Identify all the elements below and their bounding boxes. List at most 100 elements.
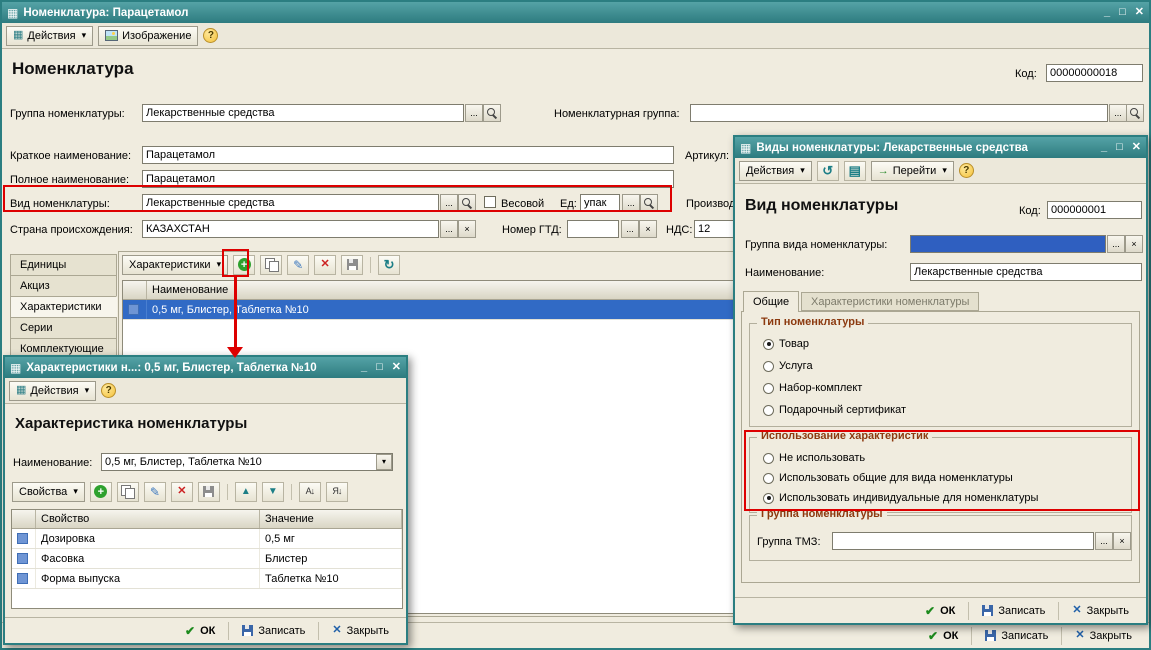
side-tab-units[interactable]: Единицы bbox=[10, 254, 117, 276]
properties-table[interactable]: Свойство Значение Дозировка 0,5 мг Фасов… bbox=[11, 509, 403, 609]
radio-no-use[interactable]: Не использовать bbox=[763, 452, 865, 464]
tmz-ellipsis-button[interactable]: ... bbox=[1095, 532, 1113, 550]
country-ellipsis-button[interactable]: ... bbox=[440, 220, 458, 238]
tab-characteristics[interactable]: Характеристики номенклатуры bbox=[801, 292, 979, 311]
delete-icon: ✕ bbox=[177, 486, 186, 497]
minimize-icon[interactable]: _ bbox=[1104, 7, 1110, 18]
code-field[interactable]: 00000000018 bbox=[1046, 64, 1143, 82]
tmz-clear-button[interactable]: × bbox=[1113, 532, 1131, 550]
main-titlebar[interactable]: ▦ Номенклатура: Парацетамол _ □ ✕ bbox=[2, 2, 1149, 23]
maximize-icon[interactable]: □ bbox=[1116, 142, 1123, 153]
close-button[interactable]: ✕ Закрыть bbox=[323, 622, 398, 640]
save-row-button[interactable] bbox=[198, 482, 220, 502]
radio-set[interactable]: Набор-комплект bbox=[763, 382, 862, 394]
ok-button[interactable]: ✔ ОК bbox=[176, 622, 224, 640]
unit-ellipsis-button[interactable]: ... bbox=[622, 194, 640, 212]
edit-button[interactable]: ✎ bbox=[144, 482, 166, 502]
radio-use-common[interactable]: Использовать общие для вида номенклатуры bbox=[763, 472, 1013, 484]
radio-use-individual[interactable]: Использовать индивидуальные для номенкла… bbox=[763, 492, 1038, 504]
go-menu-button[interactable]: → Перейти ▾ bbox=[871, 161, 954, 181]
write-button[interactable]: Записать bbox=[973, 602, 1054, 620]
sort-asc-button[interactable]: А↓ bbox=[299, 482, 321, 502]
radio-gift-certificate[interactable]: Подарочный сертификат bbox=[763, 404, 906, 416]
close-icon[interactable]: ✕ bbox=[392, 362, 401, 373]
side-tab-excise[interactable]: Акциз bbox=[10, 275, 117, 297]
side-tab-series[interactable]: Серии bbox=[10, 317, 117, 339]
kind-field[interactable]: Лекарственные средства bbox=[142, 194, 439, 212]
help-button[interactable]: ? bbox=[101, 383, 116, 398]
weighted-checkbox[interactable] bbox=[484, 196, 496, 208]
actions-menu-button[interactable]: ▦ Действия ▾ bbox=[9, 381, 96, 401]
close-button[interactable]: ✕ Закрыть bbox=[1063, 602, 1138, 620]
kind-titlebar[interactable]: ▦ Виды номенклатуры: Лекарственные средс… bbox=[735, 137, 1146, 158]
gtd-ellipsis-button[interactable]: ... bbox=[621, 220, 639, 238]
edit-button[interactable]: ✎ bbox=[287, 255, 309, 275]
group-ellipsis-button[interactable]: ... bbox=[465, 104, 483, 122]
ok-button[interactable]: ✔ ОК bbox=[916, 602, 964, 620]
move-down-button[interactable]: ▼ bbox=[262, 482, 284, 502]
side-tab-characteristics[interactable]: Характеристики bbox=[10, 296, 117, 318]
copy-button[interactable] bbox=[117, 482, 139, 502]
table-row[interactable]: Форма выпуска Таблетка №10 bbox=[12, 569, 402, 589]
gtd-field[interactable] bbox=[567, 220, 619, 238]
radio-product[interactable]: Товар bbox=[763, 338, 809, 350]
add-button[interactable]: + bbox=[233, 255, 255, 275]
reread-button[interactable]: ↺ bbox=[817, 161, 839, 181]
move-up-button[interactable]: ▲ bbox=[235, 482, 257, 502]
nomen-group-search-button[interactable] bbox=[1126, 104, 1144, 122]
short-name-field[interactable]: Парацетамол bbox=[142, 146, 674, 164]
properties-menu-button[interactable]: Свойства ▾ bbox=[12, 482, 85, 502]
group-field[interactable]: Лекарственные средства bbox=[142, 104, 464, 122]
group-search-button[interactable] bbox=[483, 104, 501, 122]
name-combo-field[interactable]: 0,5 мг, Блистер, Таблетка №10 ▾ bbox=[101, 453, 393, 471]
name-field[interactable]: Лекарственные средства bbox=[910, 263, 1142, 281]
kind-group-field[interactable] bbox=[910, 235, 1106, 253]
radio-service[interactable]: Услуга bbox=[763, 360, 813, 372]
write-button[interactable]: Записать bbox=[976, 627, 1057, 645]
tab-general[interactable]: Общие bbox=[743, 291, 799, 312]
nomen-group-field[interactable] bbox=[690, 104, 1108, 122]
property-item-icon bbox=[17, 553, 28, 564]
minimize-icon[interactable]: _ bbox=[361, 362, 367, 373]
table-row[interactable]: Фасовка Блистер bbox=[12, 549, 402, 569]
tmz-field[interactable] bbox=[832, 532, 1094, 550]
close-icon[interactable]: ✕ bbox=[1132, 142, 1141, 153]
characteristic-titlebar[interactable]: ▦ Характеристики н...: 0,5 мг, Блистер, … bbox=[5, 357, 406, 378]
kind-group-ellipsis-button[interactable]: ... bbox=[1107, 235, 1125, 253]
maximize-icon[interactable]: □ bbox=[1119, 7, 1126, 18]
kind-search-button[interactable] bbox=[458, 194, 476, 212]
help-button[interactable]: ? bbox=[203, 28, 218, 43]
refresh-button[interactable]: ↻ bbox=[378, 255, 400, 275]
help-button[interactable]: ? bbox=[959, 163, 974, 178]
country-clear-button[interactable]: × bbox=[458, 220, 476, 238]
actions-menu-button[interactable]: Действия ▾ bbox=[739, 161, 812, 181]
property-item-icon bbox=[17, 573, 28, 584]
country-field[interactable]: КАЗАХСТАН bbox=[142, 220, 439, 238]
write-button[interactable]: Записать bbox=[233, 622, 314, 640]
copy-button[interactable] bbox=[260, 255, 282, 275]
unit-search-button[interactable] bbox=[640, 194, 658, 212]
close-icon[interactable]: ✕ bbox=[1135, 7, 1144, 18]
gtd-clear-button[interactable]: × bbox=[639, 220, 657, 238]
ok-button[interactable]: ✔ ОК bbox=[919, 627, 967, 645]
close-button[interactable]: ✕ Закрыть bbox=[1066, 627, 1141, 645]
save-row-button[interactable] bbox=[341, 255, 363, 275]
combo-dropdown-button[interactable]: ▾ bbox=[376, 454, 392, 470]
sort-desc-button[interactable]: Я↓ bbox=[326, 482, 348, 502]
kind-ellipsis-button[interactable]: ... bbox=[440, 194, 458, 212]
add-button[interactable]: + bbox=[90, 482, 112, 502]
full-name-field[interactable]: Парацетамол bbox=[142, 170, 674, 188]
code-field[interactable]: 000000001 bbox=[1047, 201, 1142, 219]
nomen-group-ellipsis-button[interactable]: ... bbox=[1109, 104, 1127, 122]
minimize-icon[interactable]: _ bbox=[1101, 142, 1107, 153]
list-button[interactable]: ▤ bbox=[844, 161, 866, 181]
unit-field[interactable]: упак bbox=[580, 194, 620, 212]
maximize-icon[interactable]: □ bbox=[376, 362, 383, 373]
characteristics-menu-button[interactable]: Характеристики ▾ bbox=[122, 255, 228, 275]
actions-menu-button[interactable]: ▦ Действия ▾ bbox=[6, 26, 93, 46]
table-row[interactable]: Дозировка 0,5 мг bbox=[12, 529, 402, 549]
kind-group-clear-button[interactable]: × bbox=[1125, 235, 1143, 253]
image-button[interactable]: Изображение bbox=[98, 26, 198, 46]
delete-button[interactable]: ✕ bbox=[314, 255, 336, 275]
delete-button[interactable]: ✕ bbox=[171, 482, 193, 502]
